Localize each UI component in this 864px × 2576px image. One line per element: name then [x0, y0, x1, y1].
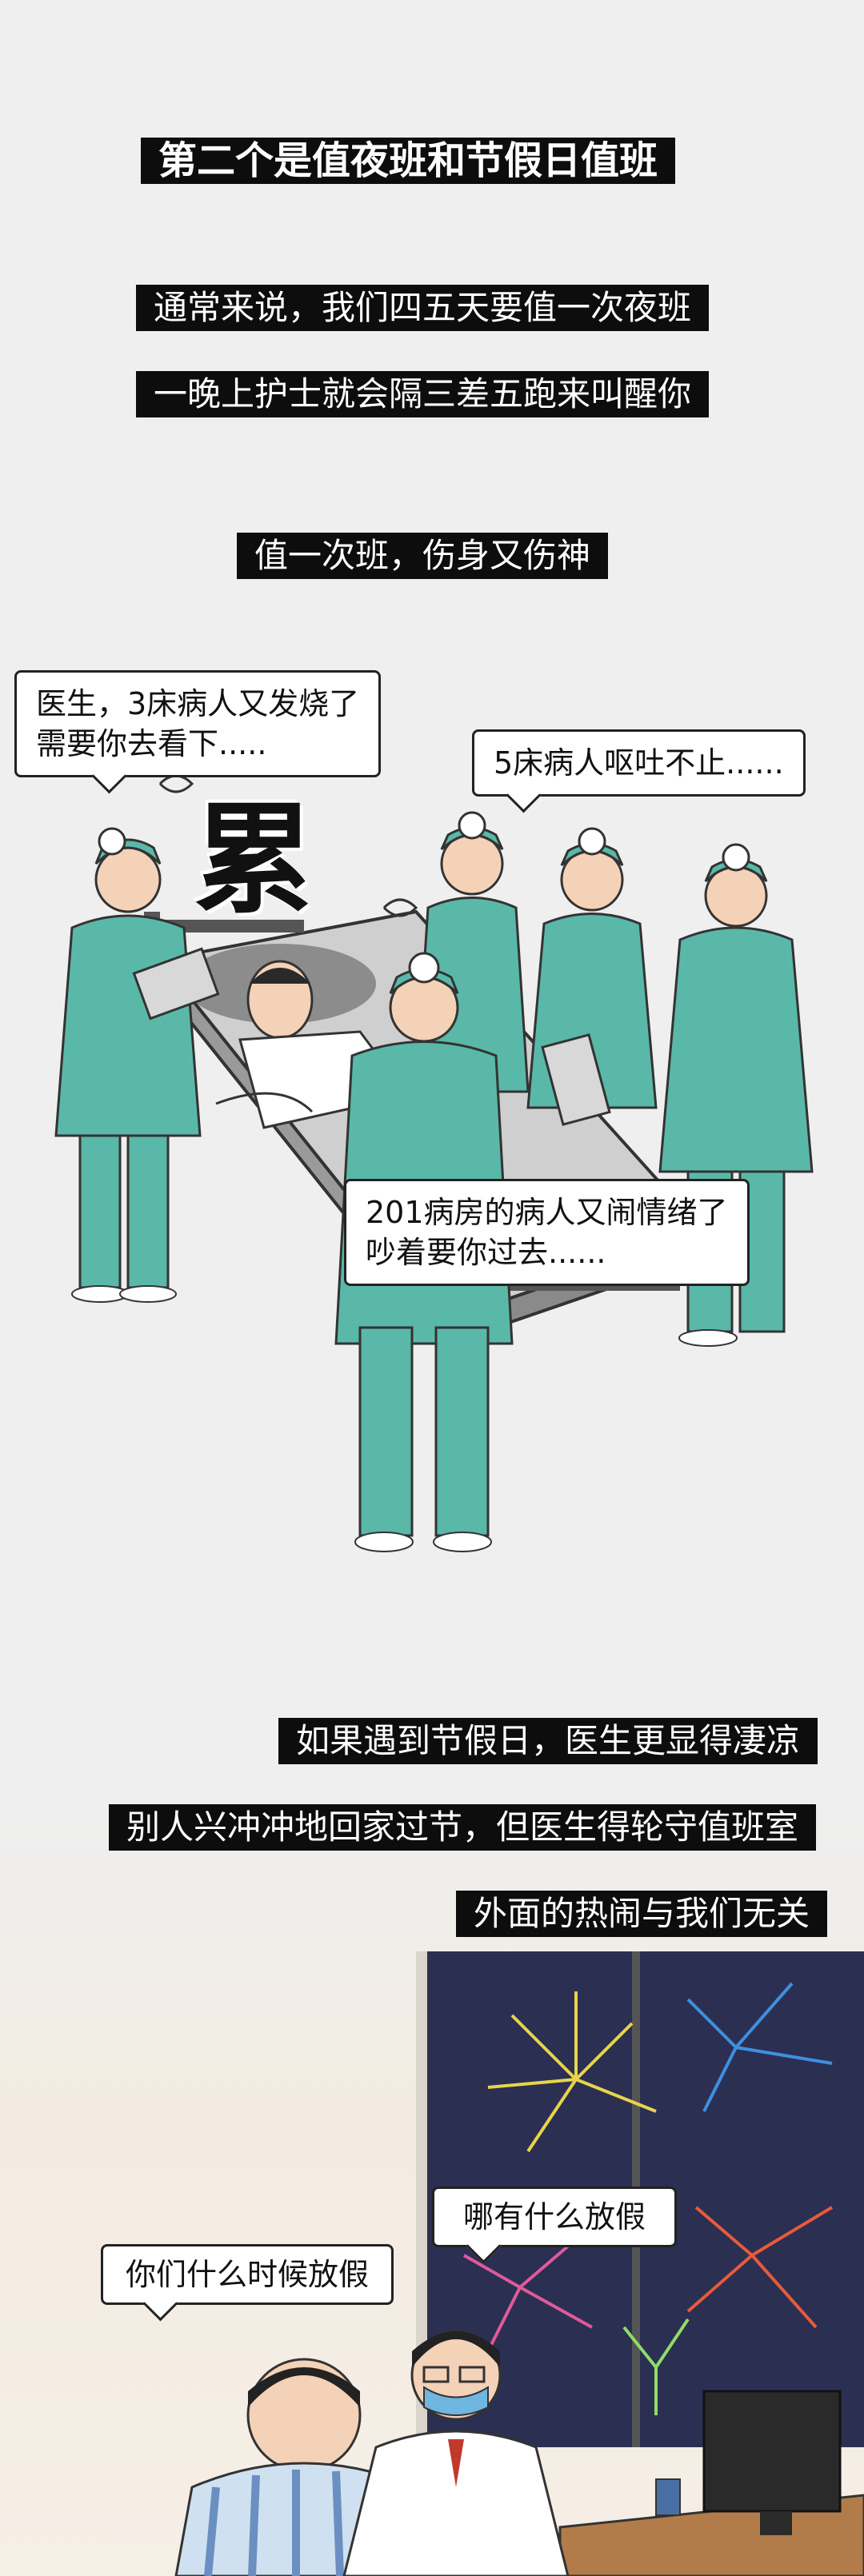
bubble-text: 哪有什么放假 — [463, 2199, 646, 2235]
bubble-text: 需要你去看下..... — [36, 726, 267, 761]
cup — [655, 2478, 681, 2516]
bubble-text: 医生，3床病人又发烧了 — [36, 686, 360, 721]
speech-bubble-nurse-fever: 医生，3床病人又发烧了 需要你去看下..... — [14, 670, 382, 794]
bubble-text: 201病房的病人又闹情绪了 — [366, 1195, 728, 1230]
bubble-text: 吵着要你过去...... — [366, 1235, 606, 1270]
page-title: 第二个是值夜班和节假日值班 — [141, 138, 676, 184]
doctor-office-illustration — [174, 2330, 864, 2576]
speech-bubble-nurse-room201: 201病房的病人又闹情绪了 吵着要你过去...... — [344, 1179, 750, 1286]
tired-stamp: 累 — [194, 789, 314, 930]
caption-exhausting: 值一次班，伤身又伤神 — [237, 533, 609, 579]
caption-holiday-duty: 别人兴冲冲地回家过节，但医生得轮守值班室 — [109, 1804, 817, 1851]
nurse-left — [54, 827, 202, 1303]
caption-woken-by-nurses: 一晚上护士就会隔三差五跑来叫醒你 — [136, 371, 710, 417]
speech-bubble-doctor: 哪有什么放假 — [432, 2187, 678, 2264]
caption-festivities: 外面的热闹与我们无关 — [456, 1891, 828, 1937]
speech-bubble-nurse-vomiting: 5床病人呕吐不止...... — [472, 729, 806, 813]
bubble-text: 5床病人呕吐不止...... — [494, 745, 784, 781]
caption-holidays: 如果遇到节假日，医生更显得凄凉 — [278, 1718, 818, 1764]
speech-bubble-patient: 你们什么时候放假 — [101, 2244, 394, 2322]
doctor — [342, 2330, 570, 2576]
caption-night-shift-frequency: 通常来说，我们四五天要值一次夜班 — [136, 285, 710, 331]
